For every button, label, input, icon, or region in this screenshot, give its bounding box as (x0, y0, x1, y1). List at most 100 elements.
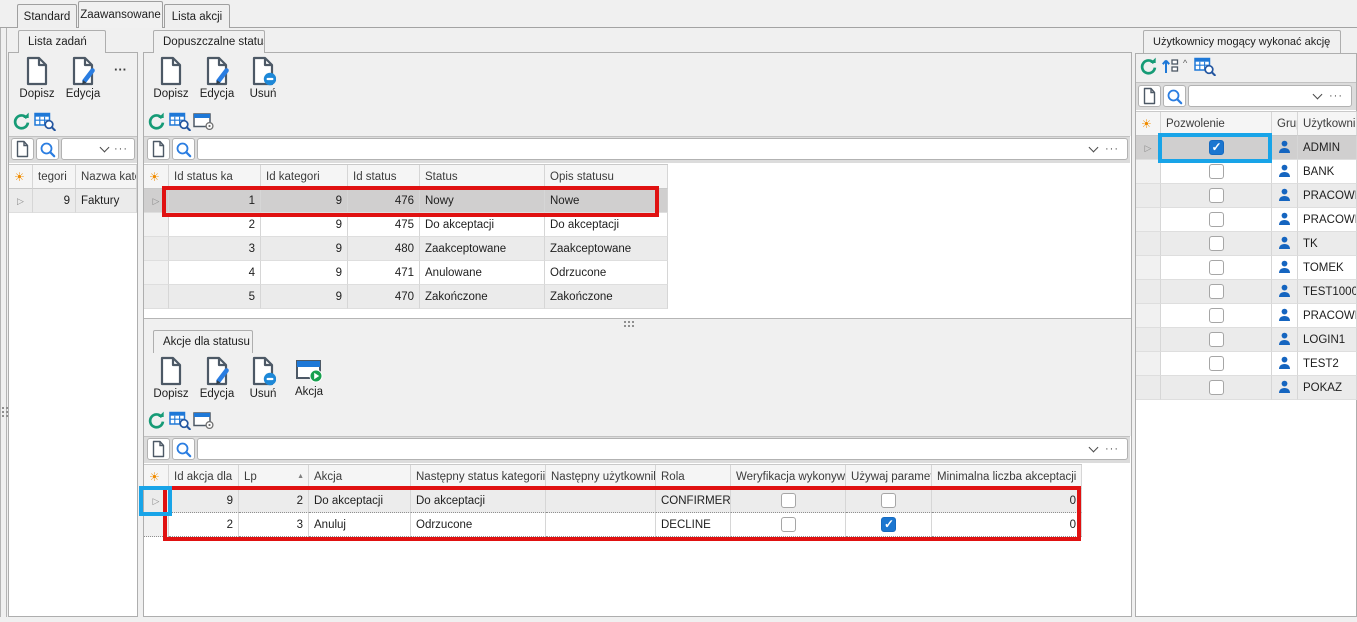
row-indicator[interactable] (144, 237, 169, 261)
chevron-down-icon[interactable] (100, 143, 110, 153)
checkbox[interactable] (1209, 236, 1224, 251)
splitter-grip-icon[interactable] (624, 321, 634, 327)
checkbox[interactable] (1209, 164, 1224, 179)
column-header[interactable]: Id status ka (169, 165, 261, 189)
row-expander[interactable]: ▷ (144, 189, 169, 213)
column-header[interactable]: Minimalna liczba akceptacji (932, 465, 1082, 489)
refresh-button[interactable] (146, 111, 166, 131)
filter-search-button[interactable] (172, 438, 195, 460)
cell-grupa[interactable] (1272, 280, 1298, 304)
cell[interactable]: Nowy (420, 189, 545, 213)
row-indicator[interactable] (144, 513, 169, 537)
table-row[interactable]: ▷ 9 2 Do akceptacji Do akceptacji CONFIR… (144, 489, 1082, 513)
cell-pozwolenie[interactable] (1161, 136, 1272, 160)
filter-doc-button[interactable] (1138, 85, 1161, 107)
usun-button[interactable]: Usuń (240, 56, 286, 110)
cell[interactable]: Nowe (545, 189, 668, 213)
cell[interactable]: 5 (169, 285, 261, 309)
usun-button[interactable]: Usuń (240, 356, 286, 410)
window-visibility-button[interactable] (193, 112, 214, 130)
tab-uzytkownicy[interactable]: Użytkownicy mogący wykonać akcję (1143, 30, 1341, 53)
table-row[interactable]: PRACOWNIK1 (1136, 184, 1357, 208)
cell-pozwolenie[interactable] (1161, 328, 1272, 352)
column-header[interactable]: Rola (656, 465, 731, 489)
row-indicator[interactable] (144, 213, 169, 237)
cell[interactable]: 0 (932, 489, 1082, 513)
cell[interactable]: Odrzucone (411, 513, 546, 537)
cell[interactable]: 475 (348, 213, 420, 237)
row-indicator[interactable] (144, 261, 169, 285)
chevron-down-icon[interactable] (1313, 90, 1323, 100)
column-header[interactable]: Użytkownik (1298, 112, 1357, 136)
cell[interactable]: Do akceptacji (545, 213, 668, 237)
refresh-button[interactable] (11, 111, 31, 131)
cell-weryfikacja[interactable] (731, 513, 846, 537)
filter-combobox[interactable]: ··· (61, 138, 135, 160)
column-header[interactable]: Następny status kategorii (411, 465, 546, 489)
cell[interactable]: Do akceptacji (420, 213, 545, 237)
edycja-button[interactable]: Edycja (194, 356, 240, 410)
cell[interactable]: 4 (169, 261, 261, 285)
column-header[interactable]: Id kategori (261, 165, 348, 189)
cell[interactable]: Zakończone (545, 285, 668, 309)
cell[interactable]: CONFIRMER (656, 489, 731, 513)
checkbox[interactable] (1209, 212, 1224, 227)
dopisz-button[interactable]: Dopisz (148, 356, 194, 410)
row-indicator[interactable] (1136, 160, 1161, 184)
cell[interactable]: 2 (169, 513, 239, 537)
table-row[interactable]: LOGIN1 (1136, 328, 1357, 352)
table-search-button[interactable] (1194, 56, 1216, 76)
checkbox[interactable] (1209, 380, 1224, 395)
checkbox[interactable] (1209, 332, 1224, 347)
table-row[interactable]: TK (1136, 232, 1357, 256)
cell[interactable] (546, 489, 656, 513)
cell-grupa[interactable] (1272, 304, 1298, 328)
column-header[interactable]: Pozwolenie (1161, 112, 1272, 136)
table-row[interactable]: 2 9 475 Do akceptacji Do akceptacji (144, 213, 668, 237)
toolbar-overflow-button[interactable]: ··· (114, 62, 127, 77)
row-indicator[interactable] (1136, 280, 1161, 304)
cell-uzytkownik[interactable]: PRACOWNIK1 (1298, 184, 1357, 208)
cell[interactable]: 2 (169, 213, 261, 237)
combo-ellipsis-button[interactable]: ··· (114, 143, 128, 155)
cell[interactable]: 1 (169, 189, 261, 213)
cell[interactable]: 0 (932, 513, 1082, 537)
dopisz-button[interactable]: Dopisz (14, 56, 60, 110)
column-header[interactable]: Akcja (309, 465, 411, 489)
table-search-button[interactable] (169, 111, 191, 131)
row-indicator[interactable] (1136, 256, 1161, 280)
row-indicator[interactable] (1136, 232, 1161, 256)
cell[interactable]: Odrzucone (545, 261, 668, 285)
cell[interactable] (546, 513, 656, 537)
cell-grupa[interactable] (1272, 352, 1298, 376)
row-indicator[interactable] (1136, 352, 1161, 376)
cell[interactable]: 480 (348, 237, 420, 261)
cell[interactable]: 9 (261, 261, 348, 285)
cell-pozwolenie[interactable] (1161, 304, 1272, 328)
table-row[interactable]: PRACOWNIK2 (1136, 208, 1357, 232)
cell-id-kategorii[interactable]: 9 (33, 189, 76, 213)
refresh-button[interactable] (1138, 56, 1158, 76)
cell-nazwa-kategorii[interactable]: Faktury (76, 189, 137, 213)
checkbox[interactable] (881, 517, 896, 532)
tab-standard[interactable]: Standard (17, 4, 77, 28)
cell-pozwolenie[interactable] (1161, 208, 1272, 232)
row-expander[interactable]: ▷ (144, 489, 169, 513)
cell-grupa[interactable] (1272, 160, 1298, 184)
cell-uzytkownik[interactable]: TK (1298, 232, 1357, 256)
filter-doc-button[interactable] (11, 138, 34, 160)
column-header[interactable]: Status (420, 165, 545, 189)
table-row[interactable]: POKAZ (1136, 376, 1357, 400)
filter-combobox[interactable]: ··· (197, 438, 1128, 460)
table-row[interactable]: TOMEK (1136, 256, 1357, 280)
table-row[interactable]: 2 3 Anuluj Odrzucone DECLINE 0 (144, 513, 1082, 537)
combo-ellipsis-button[interactable]: ··· (1105, 443, 1119, 455)
cell[interactable]: 476 (348, 189, 420, 213)
cell-pozwolenie[interactable] (1161, 160, 1272, 184)
row-indicator[interactable] (1136, 304, 1161, 328)
cell-uzytkownik[interactable]: TOMEK (1298, 256, 1357, 280)
cell-uzytkownik[interactable]: POKAZ (1298, 376, 1357, 400)
checkbox[interactable] (1209, 356, 1224, 371)
customize-columns-button[interactable]: ☀ (144, 465, 169, 489)
table-row[interactable]: ▷ 9 Faktury (9, 189, 137, 213)
